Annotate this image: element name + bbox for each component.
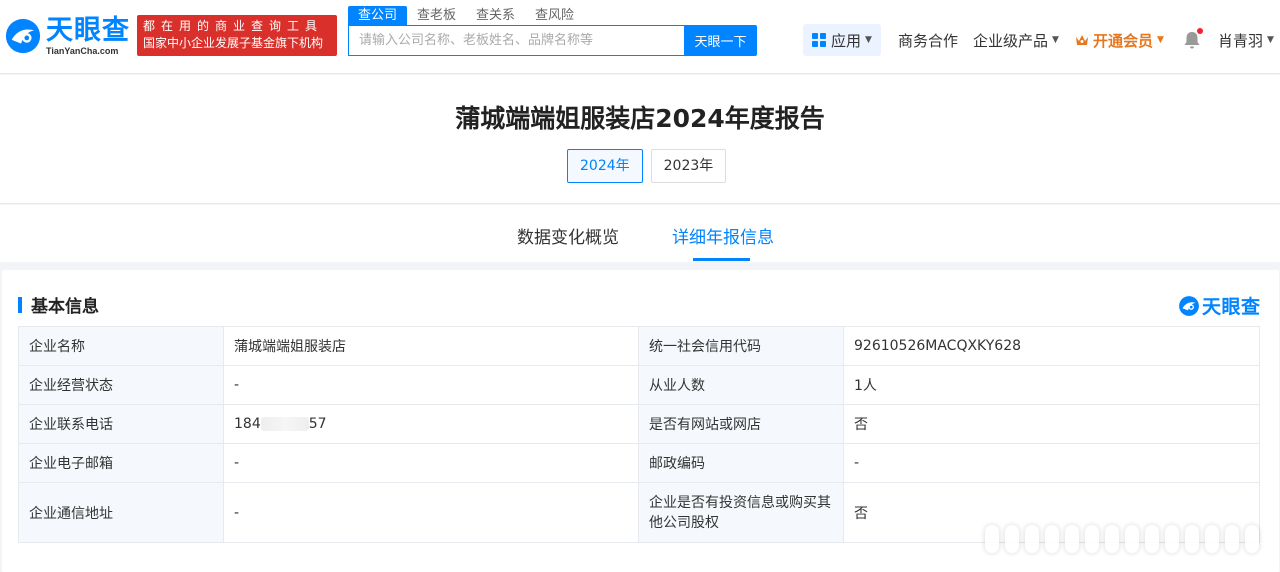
search-input[interactable] bbox=[348, 25, 684, 56]
tianyancha-logo-icon bbox=[5, 18, 41, 54]
tianyancha-logo-icon bbox=[1179, 295, 1199, 316]
table-row: 企业电子邮箱 - 邮政编码 - bbox=[18, 443, 1260, 483]
search-tab-risk[interactable]: 查风险 bbox=[525, 6, 584, 25]
table-row: 企业联系电话 184 57 是否有网站或网店 否 bbox=[18, 404, 1260, 444]
nav-business-cooperation[interactable]: 商务合作 bbox=[898, 24, 958, 56]
phone-prefix: 184 bbox=[234, 416, 261, 432]
field-value: - bbox=[843, 443, 1260, 483]
field-label: 邮政编码 bbox=[638, 443, 844, 483]
field-label: 企业电子邮箱 bbox=[18, 443, 224, 483]
table-row: 企业经营状态 - 从业人数 1人 bbox=[18, 365, 1260, 405]
section-accent-bar bbox=[18, 296, 22, 313]
chevron-down-icon: ▼ bbox=[1052, 35, 1059, 45]
nav-vip-label: 开通会员 bbox=[1093, 31, 1154, 50]
top-header: 天眼查 TianYanCha.com 都在用的商业查询工具 国家中小企业发展子基… bbox=[0, 0, 1280, 74]
user-menu[interactable]: 肖青羽 ▼ bbox=[1218, 24, 1274, 56]
field-label: 企业名称 bbox=[18, 326, 224, 366]
search-area: 查公司 查老板 查关系 查风险 天眼一下 bbox=[348, 6, 758, 56]
search-tabs: 查公司 查老板 查关系 查风险 bbox=[348, 6, 758, 25]
field-label: 企业经营状态 bbox=[18, 365, 224, 405]
tab-detailed-report[interactable]: 详细年报信息 bbox=[672, 223, 774, 248]
section-title: 基本信息 bbox=[31, 297, 99, 317]
site-logo[interactable]: 天眼查 TianYanCha.com bbox=[4, 14, 130, 58]
notification-bell[interactable] bbox=[1183, 28, 1203, 52]
field-label: 企业通信地址 bbox=[18, 482, 224, 543]
section-header: 基本信息 bbox=[18, 292, 99, 317]
basic-info-table: 企业名称 蒲城端端姐服装店 统一社会信用代码 92610526MACQXKY62… bbox=[18, 326, 1260, 543]
nav-enterprise-products[interactable]: 企业级产品 ▼ bbox=[973, 24, 1059, 56]
nav-enterprise-label: 企业级产品 bbox=[973, 31, 1049, 50]
field-label: 统一社会信用代码 bbox=[638, 326, 844, 366]
chevron-down-icon: ▼ bbox=[1267, 35, 1274, 45]
field-label: 从业人数 bbox=[638, 365, 844, 405]
watermark-text: 天眼查 bbox=[1202, 296, 1261, 318]
field-value: - bbox=[223, 443, 639, 483]
field-label-multiline: 企业是否有投资信息或购买其 他公司股权 bbox=[638, 482, 844, 543]
search-tab-boss[interactable]: 查老板 bbox=[407, 6, 466, 25]
decorative-watermark-strip bbox=[985, 522, 1265, 556]
nav-open-vip[interactable]: 开通会员 ▼ bbox=[1075, 24, 1164, 56]
phone-mask bbox=[260, 417, 309, 431]
tianyancha-watermark: 天眼查 bbox=[1178, 292, 1261, 319]
report-title-area: 蒲城端端姐服装店2024年度报告 2024年 2023年 bbox=[0, 75, 1280, 204]
year-tab-2023[interactable]: 2023年 bbox=[650, 149, 727, 183]
slogan-line-2: 国家中小企业发展子基金旗下机构 bbox=[143, 36, 324, 50]
logo-text: 天眼查 bbox=[46, 14, 130, 46]
user-name: 肖青羽 bbox=[1218, 31, 1264, 50]
search-button[interactable]: 天眼一下 bbox=[684, 25, 757, 56]
page-title: 蒲城端端姐服装店2024年度报告 bbox=[455, 104, 825, 133]
section-tabs: 数据变化概览 详细年报信息 bbox=[0, 205, 1280, 262]
field-label-line: 他公司股权 bbox=[649, 514, 719, 531]
slogan-line-1: 都在用的商业查询工具 bbox=[143, 19, 324, 33]
phone-suffix: 57 bbox=[308, 416, 327, 432]
search-tab-company[interactable]: 查公司 bbox=[348, 6, 408, 25]
tab-data-change-overview[interactable]: 数据变化概览 bbox=[517, 223, 619, 248]
chevron-down-icon: ▼ bbox=[1157, 35, 1164, 45]
slogan-banner: 都在用的商业查询工具 国家中小企业发展子基金旗下机构 bbox=[137, 15, 337, 56]
apps-grid-icon bbox=[812, 33, 827, 47]
active-tab-indicator bbox=[693, 258, 750, 261]
nav-apps-label: 应用 bbox=[831, 31, 862, 50]
logo-domain: TianYanCha.com bbox=[46, 45, 119, 56]
field-value-phone: 184 57 bbox=[223, 404, 639, 444]
field-value: 否 bbox=[843, 404, 1260, 444]
field-value: 92610526MACQXKY628 bbox=[843, 326, 1260, 366]
field-label: 是否有网站或网店 bbox=[638, 404, 844, 444]
search-tab-relation[interactable]: 查关系 bbox=[466, 6, 525, 25]
year-tab-2024[interactable]: 2024年 bbox=[567, 149, 643, 183]
table-row: 企业名称 蒲城端端姐服装店 统一社会信用代码 92610526MACQXKY62… bbox=[18, 326, 1260, 366]
nav-apps-menu[interactable]: 应用 ▼ bbox=[803, 24, 881, 56]
chevron-down-icon: ▼ bbox=[865, 35, 872, 45]
field-label-line: 企业是否有投资信息或购买其 bbox=[649, 494, 831, 511]
field-value: - bbox=[223, 365, 639, 405]
field-label: 企业联系电话 bbox=[18, 404, 224, 444]
field-value: 蒲城端端姐服装店 bbox=[223, 326, 639, 366]
crown-icon bbox=[1076, 35, 1088, 45]
field-value: 1人 bbox=[843, 365, 1260, 405]
notification-dot bbox=[1197, 28, 1203, 34]
year-tabs: 2024年 2023年 bbox=[567, 149, 727, 183]
field-value: - bbox=[223, 482, 639, 543]
